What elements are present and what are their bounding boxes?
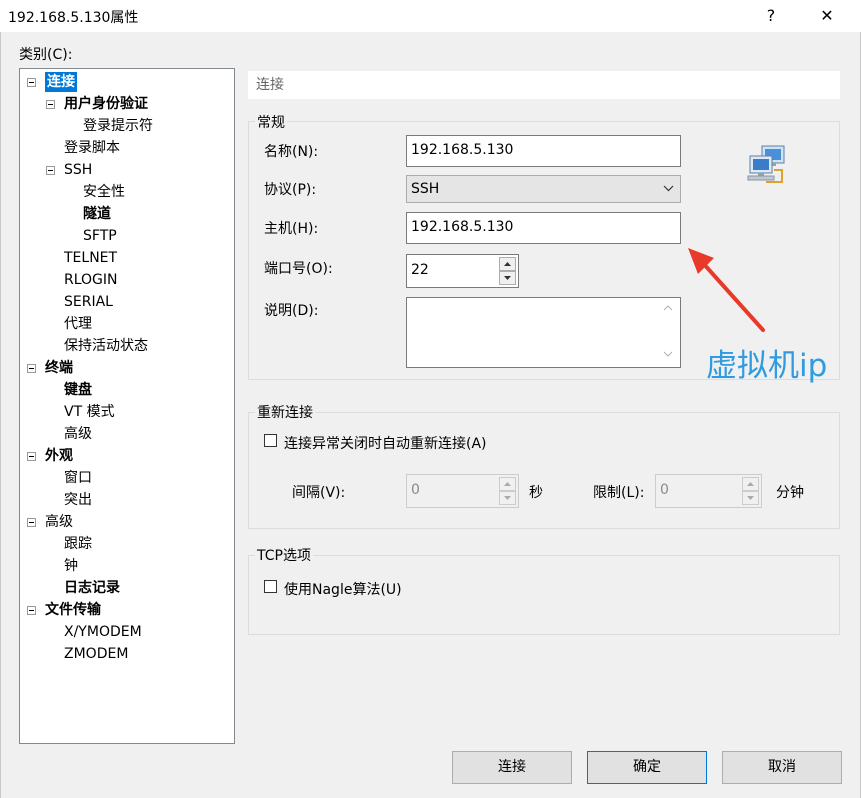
cancel-button[interactable]: 取消 [722, 751, 842, 784]
collapse-toggle-icon[interactable] [27, 518, 36, 527]
auto-reconnect-checkbox[interactable] [264, 434, 277, 447]
reconnect-group-title: 重新连接 [255, 402, 315, 422]
window-title: 192.168.5.130属性 [8, 10, 139, 26]
tree-item[interactable]: TELNET [64, 248, 117, 268]
scroll-down-icon[interactable] [663, 351, 673, 357]
annotation-text: 虚拟机ip [706, 348, 828, 384]
collapse-toggle-icon[interactable] [27, 364, 36, 373]
tcp-group-title: TCP选项 [255, 545, 313, 565]
tree-item[interactable]: RLOGIN [64, 270, 118, 290]
nagle-label[interactable]: 使用Nagle算法(U) [284, 579, 402, 599]
limit-spin-up[interactable] [742, 477, 759, 491]
tree-item[interactable]: 窗口 [64, 468, 92, 488]
interval-unit: 秒 [529, 485, 543, 501]
spin-down-icon [504, 276, 511, 280]
tree-item[interactable]: X/YMODEM [64, 622, 142, 642]
collapse-toggle-icon[interactable] [27, 78, 36, 87]
protocol-select[interactable]: SSH [406, 175, 681, 203]
tree-item[interactable]: 用户身份验证 [64, 94, 148, 114]
description-textarea[interactable] [406, 297, 681, 368]
name-label: 名称(N): [264, 144, 319, 160]
tree-item[interactable]: 登录脚本 [64, 138, 120, 158]
tree-item[interactable]: ZMODEM [64, 644, 128, 664]
red-arrow-annotation [688, 248, 765, 332]
port-value: 22 [411, 262, 429, 278]
network-computers-icon [747, 145, 785, 183]
tree-item[interactable]: 日志记录 [64, 578, 120, 598]
title-bar: 192.168.5.130属性 ? ✕ [0, 0, 861, 32]
tree-item[interactable]: 高级 [45, 512, 73, 532]
collapse-toggle-icon[interactable] [27, 606, 36, 615]
tree-item[interactable]: SERIAL [64, 292, 113, 312]
tree-item[interactable]: 登录提示符 [83, 116, 153, 136]
collapse-toggle-icon[interactable] [46, 100, 55, 109]
protocol-label: 协议(P): [264, 182, 317, 198]
protocol-value: SSH [411, 181, 440, 197]
panel-header: 连接 [248, 71, 840, 99]
host-label: 主机(H): [264, 221, 319, 237]
tree-item[interactable]: 突出 [64, 490, 92, 510]
spin-up-icon [504, 482, 511, 486]
collapse-toggle-icon[interactable] [27, 452, 36, 461]
tree-item[interactable]: SFTP [83, 226, 117, 246]
chevron-down-icon [663, 185, 674, 192]
help-button[interactable]: ? [748, 0, 794, 32]
tree-item[interactable]: 隧道 [83, 204, 111, 224]
tree-item[interactable]: 高级 [64, 424, 92, 444]
limit-label: 限制(L): [593, 485, 645, 501]
interval-spin-up[interactable] [499, 477, 516, 491]
tree-item[interactable]: 键盘 [64, 380, 92, 400]
port-spin-up[interactable] [499, 257, 516, 271]
interval-spin-down[interactable] [499, 491, 516, 505]
scroll-up-icon[interactable] [663, 305, 673, 311]
description-label: 说明(D): [264, 303, 319, 319]
tree-item[interactable]: 钟 [64, 556, 78, 576]
spin-up-icon [747, 482, 754, 486]
port-spin-down[interactable] [499, 271, 516, 285]
category-tree[interactable]: 连接 用户身份验证 登录提示符 登录脚本 SSH 安全性 隧道 SFTP TELNET RLOGI… [19, 68, 235, 744]
port-label: 端口号(O): [264, 261, 333, 277]
limit-spin-down[interactable] [742, 491, 759, 505]
tree-item[interactable]: VT 模式 [64, 402, 115, 422]
tree-item[interactable]: 代理 [64, 314, 92, 334]
spin-down-icon [747, 496, 754, 500]
tree-item[interactable]: 终端 [45, 358, 73, 378]
nagle-checkbox[interactable] [264, 580, 277, 593]
collapse-toggle-icon[interactable] [46, 166, 55, 175]
host-input[interactable]: 192.168.5.130 [406, 212, 681, 244]
tree-item[interactable]: 外观 [45, 446, 73, 466]
close-button[interactable]: ✕ [804, 0, 850, 32]
tree-item[interactable]: 连接 [45, 72, 77, 92]
category-label: 类别(C): [19, 47, 73, 63]
limit-unit: 分钟 [776, 485, 804, 501]
connect-button[interactable]: 连接 [452, 751, 572, 784]
tree-item[interactable]: 跟踪 [64, 534, 92, 554]
auto-reconnect-label[interactable]: 连接异常关闭时自动重新连接(A) [284, 433, 487, 453]
spin-up-icon [504, 262, 511, 266]
tree-item[interactable]: SSH [64, 160, 92, 180]
general-group-title: 常规 [255, 112, 287, 132]
ok-button[interactable]: 确定 [587, 751, 707, 784]
tree-item[interactable]: 安全性 [83, 182, 125, 202]
name-input[interactable]: 192.168.5.130 [406, 135, 681, 167]
spin-down-icon [504, 496, 511, 500]
tree-item[interactable]: 文件传输 [45, 600, 101, 620]
reconnect-group [248, 412, 840, 529]
tree-item[interactable]: 保持活动状态 [64, 336, 148, 356]
interval-label: 间隔(V): [292, 485, 346, 501]
